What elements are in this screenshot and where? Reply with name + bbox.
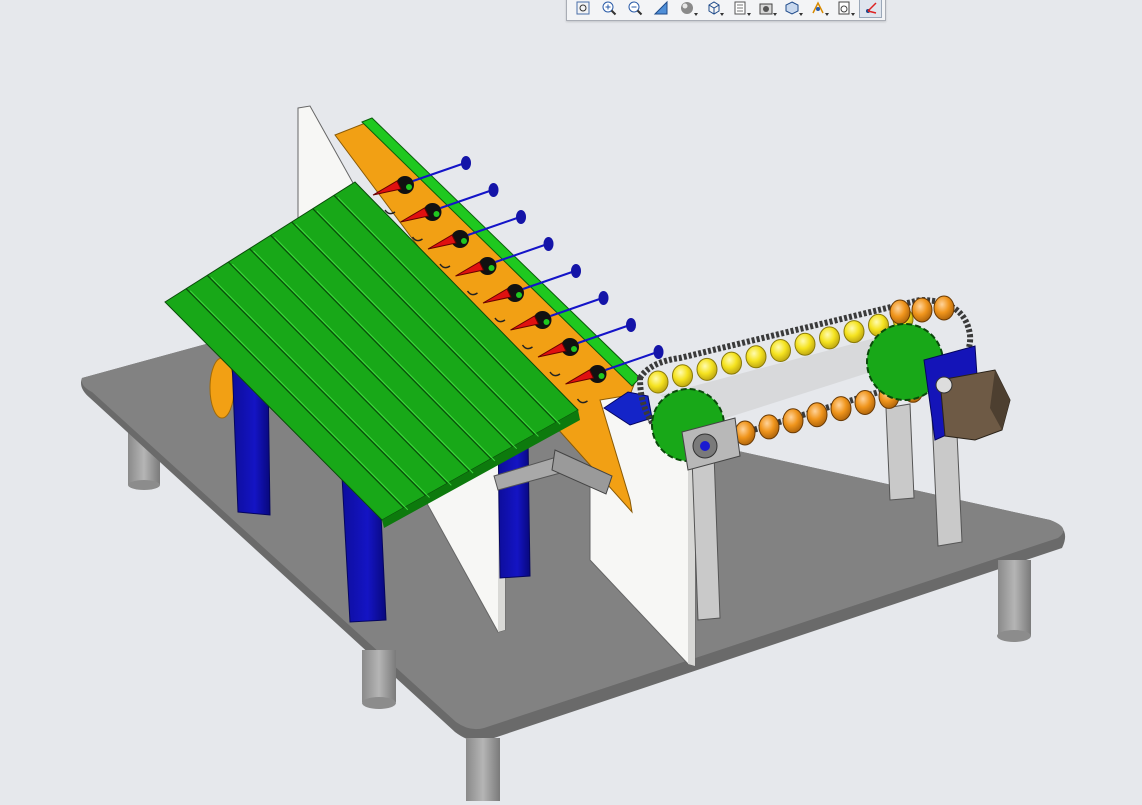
zoom-out-icon	[628, 1, 643, 16]
rod-knob	[598, 291, 609, 305]
apply-scene-button[interactable]	[780, 0, 804, 18]
chevron-down-icon	[851, 13, 856, 16]
display-pane-icon	[838, 1, 850, 15]
view-settings-icon	[812, 1, 824, 14]
zoom-to-fit-button[interactable]	[571, 0, 595, 18]
rod-knob	[543, 237, 554, 251]
3d-viewport[interactable]	[0, 0, 1142, 801]
display-style-button[interactable]	[676, 0, 700, 18]
zoom-in-button[interactable]	[597, 0, 621, 18]
rod-knob	[488, 183, 499, 197]
apply-scene-icon	[785, 1, 799, 15]
actuator-indicator	[598, 373, 605, 379]
chevron-down-icon	[720, 13, 725, 16]
view-triad-button[interactable]	[858, 0, 883, 18]
rod-knob	[516, 210, 526, 224]
roller-bottom	[758, 414, 780, 440]
actuator-indicator	[461, 238, 467, 244]
roller-top	[647, 370, 669, 394]
roller-top	[770, 339, 791, 362]
chevron-down-icon	[694, 13, 699, 16]
zoom-to-fit-icon	[576, 1, 590, 15]
roller-return	[911, 297, 933, 323]
edit-appearance-button[interactable]	[754, 0, 778, 18]
rod-knob	[571, 264, 581, 278]
roller-top	[819, 326, 840, 350]
actuator-indicator	[488, 265, 495, 271]
actuator-indicator	[433, 211, 440, 217]
roller-top	[721, 351, 742, 375]
roller-top	[843, 320, 865, 344]
rod-knob	[461, 156, 471, 170]
view-settings-button[interactable]	[806, 0, 830, 18]
roller-top	[794, 332, 816, 356]
chevron-down-icon	[746, 13, 751, 16]
zoom-in-icon	[602, 1, 617, 16]
section-view-icon	[654, 0, 668, 15]
roller-return	[889, 299, 911, 325]
chevron-down-icon	[824, 13, 829, 16]
table-leg-front-center	[466, 738, 500, 801]
actuator-indicator	[406, 184, 412, 190]
zoom-out-button[interactable]	[623, 0, 647, 18]
table-leg-right	[997, 560, 1031, 642]
roller-top	[745, 345, 767, 369]
rod-knob	[626, 318, 636, 332]
actuator-indicator	[543, 319, 550, 325]
roller-bottom	[854, 390, 876, 415]
roller-top	[696, 357, 718, 381]
conveyor-support-middle	[885, 403, 915, 501]
cad-model-scene[interactable]	[0, 0, 1142, 801]
actuator-indicator	[571, 346, 577, 352]
roller-bottom	[782, 408, 804, 434]
actuator-indicator	[516, 292, 522, 298]
display-pane-button[interactable]	[833, 0, 857, 18]
roller-bottom	[830, 396, 852, 422]
table-leg-front-left	[362, 650, 396, 709]
roller-return	[933, 295, 955, 321]
view-triad-icon	[865, 2, 877, 14]
heads-up-view-toolbar	[566, 0, 886, 21]
display-style-icon	[681, 2, 694, 14]
chevron-down-icon	[798, 13, 803, 16]
rod-knob	[653, 345, 664, 359]
stepper-motor	[923, 345, 1011, 441]
hide-show-icon	[734, 1, 746, 15]
view-orientation-button[interactable]	[702, 0, 726, 18]
roller-top	[672, 364, 693, 388]
edit-appearance-icon	[759, 3, 773, 15]
chevron-down-icon	[772, 13, 777, 16]
section-view-button[interactable]	[649, 0, 673, 18]
hide-show-items-button[interactable]	[728, 0, 752, 18]
roller-bottom	[806, 402, 828, 428]
view-orientation-icon	[708, 1, 720, 15]
